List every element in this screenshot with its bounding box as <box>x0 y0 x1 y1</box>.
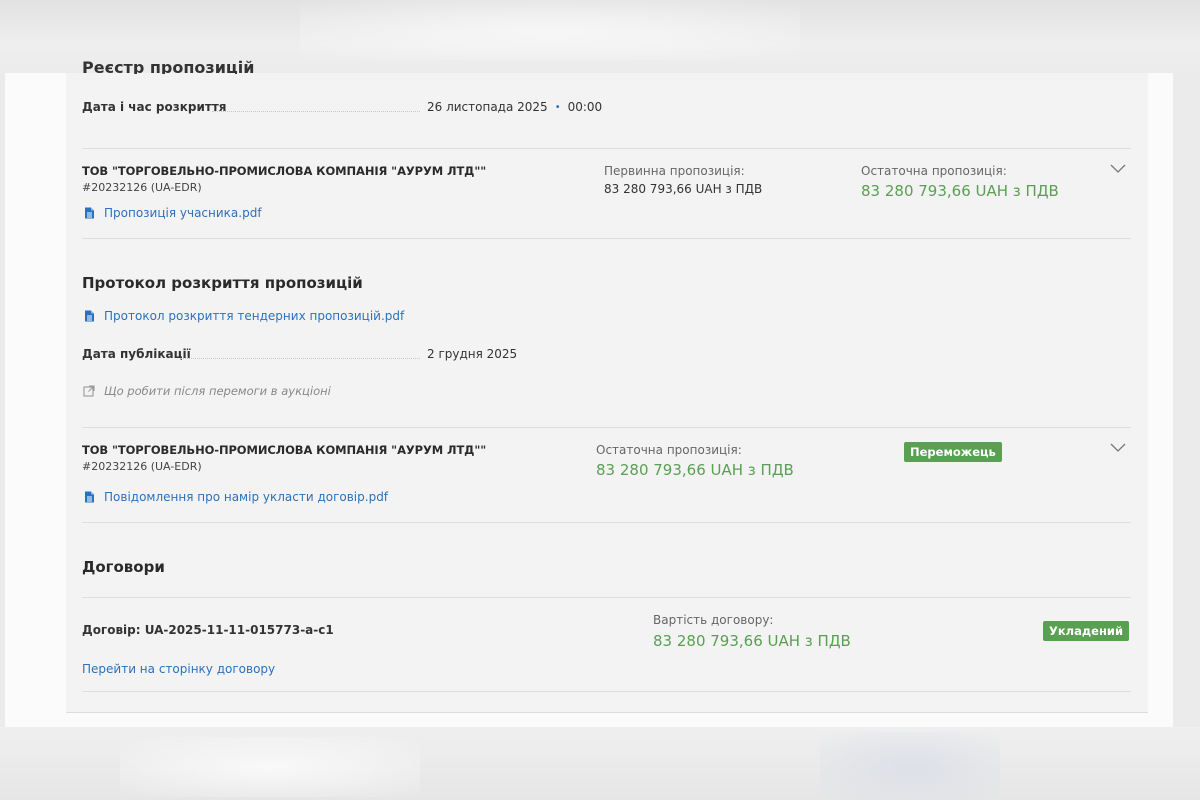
contracts-title: Договори <box>82 558 165 576</box>
bid-document-link[interactable]: Пропозиція учасника.pdf <box>84 206 262 220</box>
dotted-leader <box>212 111 420 112</box>
winner-company-name: ТОВ "ТОРГОВЕЛЬНО-ПРОМИСЛОВА КОМПАНІЯ "АУ… <box>82 443 487 457</box>
intent-notice-document-link[interactable]: Повідомлення про намір укласти договір.p… <box>84 490 388 504</box>
intent-notice-document-name: Повідомлення про намір укласти договір.p… <box>104 490 389 504</box>
chevron-down-icon[interactable] <box>1110 164 1126 174</box>
date-time-separator: • <box>554 101 561 113</box>
protocol-title: Протокол розкриття пропозицій <box>82 274 363 292</box>
bid-document-name: Пропозиція учасника.pdf <box>104 206 262 220</box>
contract-page-link[interactable]: Перейти на сторінку договору <box>82 662 275 676</box>
winner-company-edr: #20232126 (UA-EDR) <box>82 460 202 473</box>
opening-time: 00:00 <box>567 100 603 114</box>
winner-final-bid-value: 83 280 793,66 UAH з ПДВ <box>596 461 794 479</box>
chevron-down-icon[interactable] <box>1110 443 1126 453</box>
divider <box>82 427 1131 428</box>
divider <box>82 522 1131 523</box>
opening-date-label: Дата і час розкриття <box>82 100 227 114</box>
after-win-help-text: Що робити після перемоги в аукціоні <box>104 384 331 398</box>
opening-date: 26 листопада 2025 <box>427 100 548 114</box>
bid-company-name: ТОВ "ТОРГОВЕЛЬНО-ПРОМИСЛОВА КОМПАНІЯ "АУ… <box>82 164 487 178</box>
document-icon <box>85 491 94 503</box>
protocol-document-name: Протокол розкриття тендерних пропозицій.… <box>104 309 405 323</box>
publication-date-label: Дата публікації <box>82 347 191 361</box>
bids-registry-heading: Реєстр пропозицій <box>82 56 382 74</box>
final-bid-label: Остаточна пропозиція: <box>861 164 1007 178</box>
bids-registry-heading-text: Реєстр пропозицій <box>82 58 255 74</box>
document-icon <box>85 207 94 219</box>
document-icon <box>85 310 94 322</box>
bid-company-edr: #20232126 (UA-EDR) <box>82 181 202 194</box>
initial-bid-label: Первинна пропозиція: <box>604 164 745 178</box>
divider <box>82 691 1131 692</box>
opening-date-value: 26 листопада 2025 • 00:00 <box>427 100 602 114</box>
final-bid-value: 83 280 793,66 UAH з ПДВ <box>861 182 1059 200</box>
publication-date-value: 2 грудня 2025 <box>427 347 518 361</box>
dotted-leader <box>180 358 420 359</box>
contract-value: 83 280 793,66 UAH з ПДВ <box>653 632 851 650</box>
contract-id: Договір: UA-2025-11-11-015773-a-c1 <box>82 623 334 637</box>
external-link-icon <box>83 385 95 397</box>
winner-badge: Переможець <box>904 442 1002 462</box>
background-bottom <box>0 727 1200 800</box>
after-win-help-link[interactable]: Що робити після перемоги в аукціоні <box>83 384 331 398</box>
protocol-document-link[interactable]: Протокол розкриття тендерних пропозицій.… <box>84 309 404 323</box>
divider <box>82 148 1131 149</box>
divider <box>82 238 1131 239</box>
initial-bid-value: 83 280 793,66 UAH з ПДВ <box>604 182 763 196</box>
divider <box>82 597 1131 598</box>
contract-value-label: Вартість договору: <box>653 613 774 627</box>
winner-final-bid-label: Остаточна пропозиція: <box>596 443 742 457</box>
contract-status-badge: Укладений <box>1043 621 1130 641</box>
